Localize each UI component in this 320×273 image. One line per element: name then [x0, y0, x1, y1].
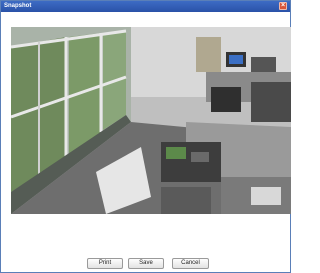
- save-button[interactable]: Save: [128, 258, 164, 269]
- print-button[interactable]: Print: [87, 258, 123, 269]
- button-bar: Print Save Cancel: [1, 258, 292, 272]
- snapshot-dialog: Snapshot × Print Save Cancel: [0, 0, 291, 273]
- snapshot-image: [11, 27, 291, 214]
- cancel-button[interactable]: Cancel: [172, 258, 209, 269]
- title-bar[interactable]: Snapshot ×: [1, 1, 290, 12]
- window-title: Snapshot: [4, 3, 32, 9]
- close-icon[interactable]: ×: [279, 2, 287, 10]
